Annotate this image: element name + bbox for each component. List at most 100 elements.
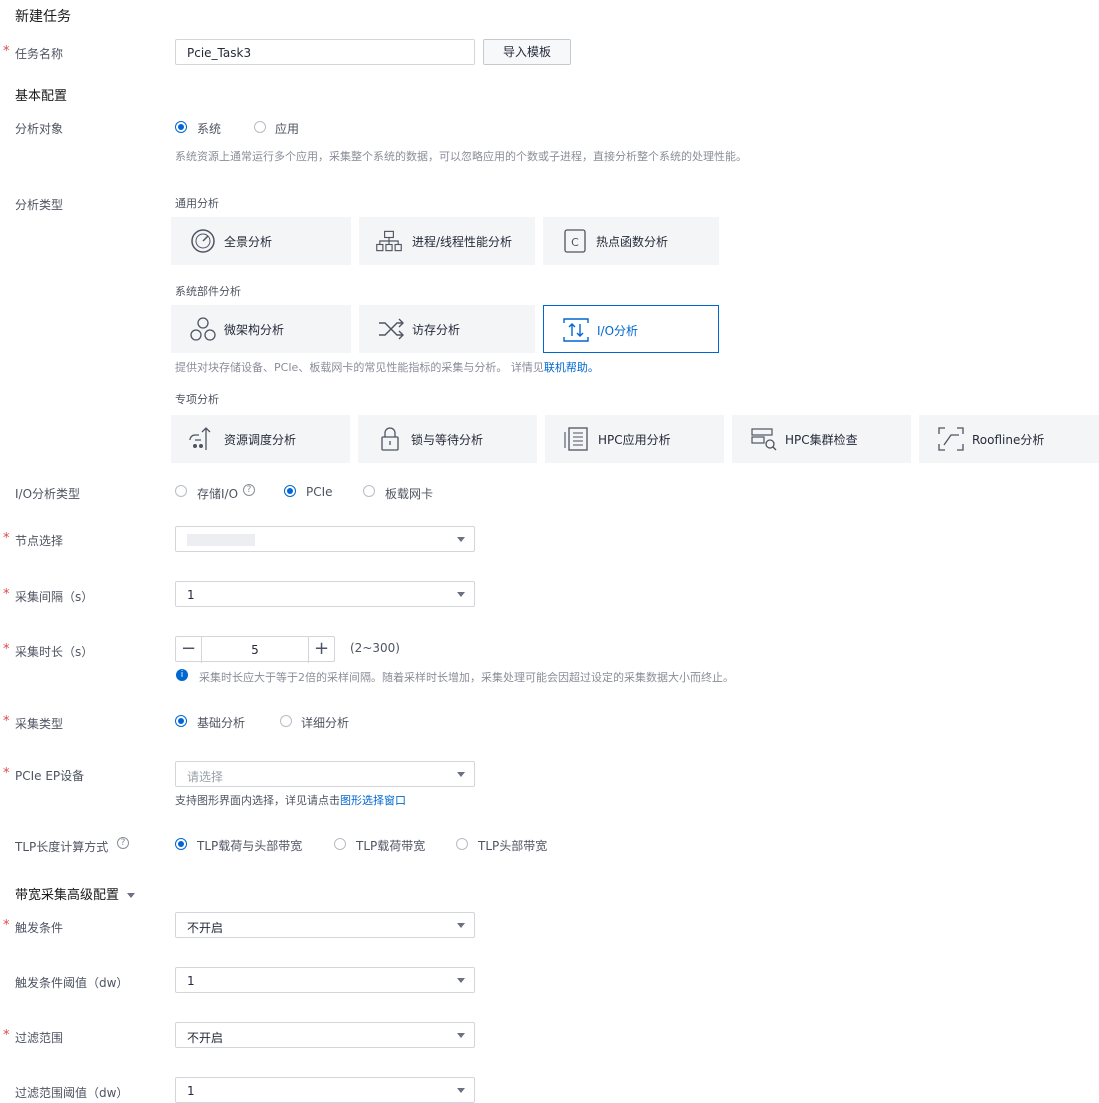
io-transfer-icon [563, 318, 589, 342]
required-mark: * [3, 918, 10, 933]
radio-system[interactable] [175, 121, 187, 133]
card-panorama-analysis[interactable]: 全景分析 [171, 217, 351, 265]
card-label: 全景分析 [224, 235, 273, 249]
radio-pcie[interactable] [284, 485, 296, 497]
page-title: 新建任务 [15, 9, 71, 25]
online-help-link[interactable]: 联机帮助。 [544, 361, 599, 374]
trigger-label: 触发条件 [15, 921, 64, 935]
caret-down-icon [127, 893, 136, 898]
roofline-chart-icon [938, 427, 964, 451]
radio-application-label: 应用 [275, 122, 300, 136]
duration-value: 5 [251, 643, 259, 657]
radio-tlp-payload-label: TLP载荷带宽 [356, 839, 426, 853]
radio-tlp-payload-header-label: TLP载荷与头部带宽 [197, 839, 303, 853]
card-microarchitecture-analysis[interactable]: 微架构分析 [171, 305, 351, 353]
card-label: 进程/线程性能分析 [412, 235, 513, 249]
tlp-label: TLP长度计算方式 [15, 840, 109, 854]
radio-storage-io-label: 存储I/O [197, 487, 239, 501]
trigger-value: 不开启 [187, 921, 224, 935]
special-analysis-heading: 专项分析 [175, 393, 219, 406]
task-name-input[interactable]: Pcie_Task3 [175, 39, 475, 65]
card-label: 微架构分析 [224, 323, 285, 337]
graphic-select-window-link[interactable]: 图形选择窗口 [340, 794, 406, 807]
card-label: Roofline分析 [972, 433, 1045, 447]
chevron-down-icon [457, 1088, 465, 1093]
radio-onboard-nic[interactable] [363, 485, 375, 497]
radio-detailed-analysis[interactable] [280, 715, 292, 727]
basic-config-heading: 基本配置 [15, 89, 68, 104]
radio-tlp-header[interactable] [456, 838, 468, 850]
card-label: HPC集群检查 [785, 433, 858, 447]
hpc-app-icon [564, 427, 588, 451]
radio-tlp-payload-header[interactable] [175, 838, 187, 850]
required-mark: * [3, 766, 10, 781]
radio-basic-analysis-label: 基础分析 [197, 716, 246, 730]
decrement-button[interactable]: − [176, 637, 202, 663]
chevron-down-icon [457, 1033, 465, 1038]
node-select[interactable] [175, 526, 475, 552]
filter-threshold-select[interactable]: 1 [175, 1077, 475, 1103]
shuffle-icon [379, 318, 404, 340]
required-mark: * [3, 642, 10, 657]
filter-select[interactable]: 不开启 [175, 1022, 475, 1048]
chevron-down-icon [457, 537, 465, 542]
pcie-ep-hint: 支持图形界面内选择，详见请点击图形选择窗口 [175, 794, 406, 807]
chevron-down-icon [457, 923, 465, 928]
code-c-icon: C [564, 229, 586, 253]
card-label: 访存分析 [412, 323, 461, 337]
card-process-thread-analysis[interactable]: 进程/线程性能分析 [359, 217, 535, 265]
interval-select[interactable]: 1 [175, 581, 475, 607]
required-mark: * [3, 587, 10, 602]
advanced-config-heading[interactable]: 带宽采集高级配置 [15, 884, 136, 903]
lock-icon [381, 427, 399, 451]
radio-tlp-payload[interactable] [334, 838, 346, 850]
radio-tlp-header-label: TLP头部带宽 [478, 839, 548, 853]
required-mark: * [3, 531, 10, 546]
chevron-down-icon [457, 978, 465, 983]
radio-system-label: 系统 [197, 122, 222, 136]
radio-application[interactable] [254, 121, 266, 133]
card-resource-scheduling-analysis[interactable]: 资源调度分析 [171, 415, 350, 463]
card-label: I/O分析 [597, 324, 639, 338]
svg-text:C: C [571, 236, 579, 249]
card-memory-access-analysis[interactable]: 访存分析 [359, 305, 535, 353]
hierarchy-icon [376, 230, 402, 252]
filter-threshold-label: 过滤范围阈值（dw） [15, 1086, 129, 1100]
info-icon: i [176, 669, 188, 681]
card-hpc-cluster-check[interactable]: HPC集群检查 [732, 415, 911, 463]
chevron-down-icon [457, 772, 465, 777]
analysis-object-description: 系统资源上通常运行多个应用，采集整个系统的数据，可以忽略应用的个数或子进程，直接… [175, 150, 747, 163]
card-io-analysis[interactable]: I/O分析 [543, 305, 719, 353]
required-mark: * [3, 1028, 10, 1043]
help-icon[interactable]: ? [117, 837, 129, 849]
pcie-ep-select[interactable]: 请选择 [175, 761, 475, 787]
filter-threshold-value: 1 [187, 1084, 195, 1098]
scheduling-icon [189, 427, 211, 450]
cluster-search-icon [751, 428, 777, 451]
pcie-ep-label: PCIe EP设备 [15, 769, 85, 783]
increment-button[interactable]: + [308, 637, 334, 663]
node-value-redacted [187, 534, 255, 546]
card-label: 热点函数分析 [596, 235, 669, 249]
gauge-icon [191, 229, 215, 253]
system-analysis-description: 提供对块存储设备、PCIe、板载网卡的常见性能指标的采集与分析。 详情见联机帮助… [175, 361, 599, 374]
io-type-label: I/O分析类型 [15, 487, 81, 501]
trigger-threshold-label: 触发条件阈值（dw） [15, 976, 129, 990]
trigger-select[interactable]: 不开启 [175, 912, 475, 938]
interval-label: 采集间隔（s） [15, 590, 94, 604]
task-name-label: 任务名称 [15, 47, 64, 61]
radio-basic-analysis[interactable] [175, 715, 187, 727]
help-icon[interactable]: ? [243, 484, 255, 496]
required-mark: * [3, 714, 10, 729]
import-template-button[interactable]: 导入模板 [483, 39, 571, 65]
trigger-threshold-select[interactable]: 1 [175, 967, 475, 993]
card-hpc-application-analysis[interactable]: HPC应用分析 [545, 415, 724, 463]
radio-storage-io[interactable] [175, 485, 187, 497]
interval-value: 1 [187, 588, 195, 602]
card-roofline-analysis[interactable]: Roofline分析 [919, 415, 1099, 463]
card-lock-wait-analysis[interactable]: 锁与等待分析 [358, 415, 537, 463]
chevron-down-icon [457, 592, 465, 597]
duration-stepper[interactable]: − 5 + [175, 636, 335, 663]
card-hotspot-function-analysis[interactable]: C 热点函数分析 [543, 217, 719, 265]
card-label: HPC应用分析 [598, 433, 671, 447]
